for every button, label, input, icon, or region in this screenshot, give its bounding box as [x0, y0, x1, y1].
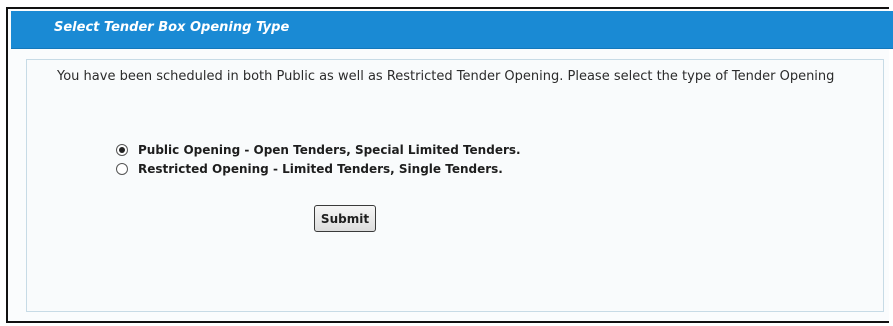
instruction-message: You have been scheduled in both Public a… [57, 69, 835, 84]
restricted-opening-option[interactable]: Restricted Opening - Limited Tenders, Si… [116, 162, 503, 176]
panel-header: Select Tender Box Opening Type [11, 11, 893, 49]
panel-title: Select Tender Box Opening Type [54, 20, 290, 35]
restricted-opening-label[interactable]: Restricted Opening - Limited Tenders, Si… [138, 162, 503, 176]
restricted-opening-radio[interactable] [116, 163, 128, 175]
panel-body [26, 59, 884, 312]
public-opening-radio[interactable] [116, 144, 128, 156]
submit-button[interactable]: Submit [314, 205, 376, 232]
public-opening-label[interactable]: Public Opening - Open Tenders, Special L… [138, 143, 521, 157]
public-opening-option[interactable]: Public Opening - Open Tenders, Special L… [116, 143, 521, 157]
